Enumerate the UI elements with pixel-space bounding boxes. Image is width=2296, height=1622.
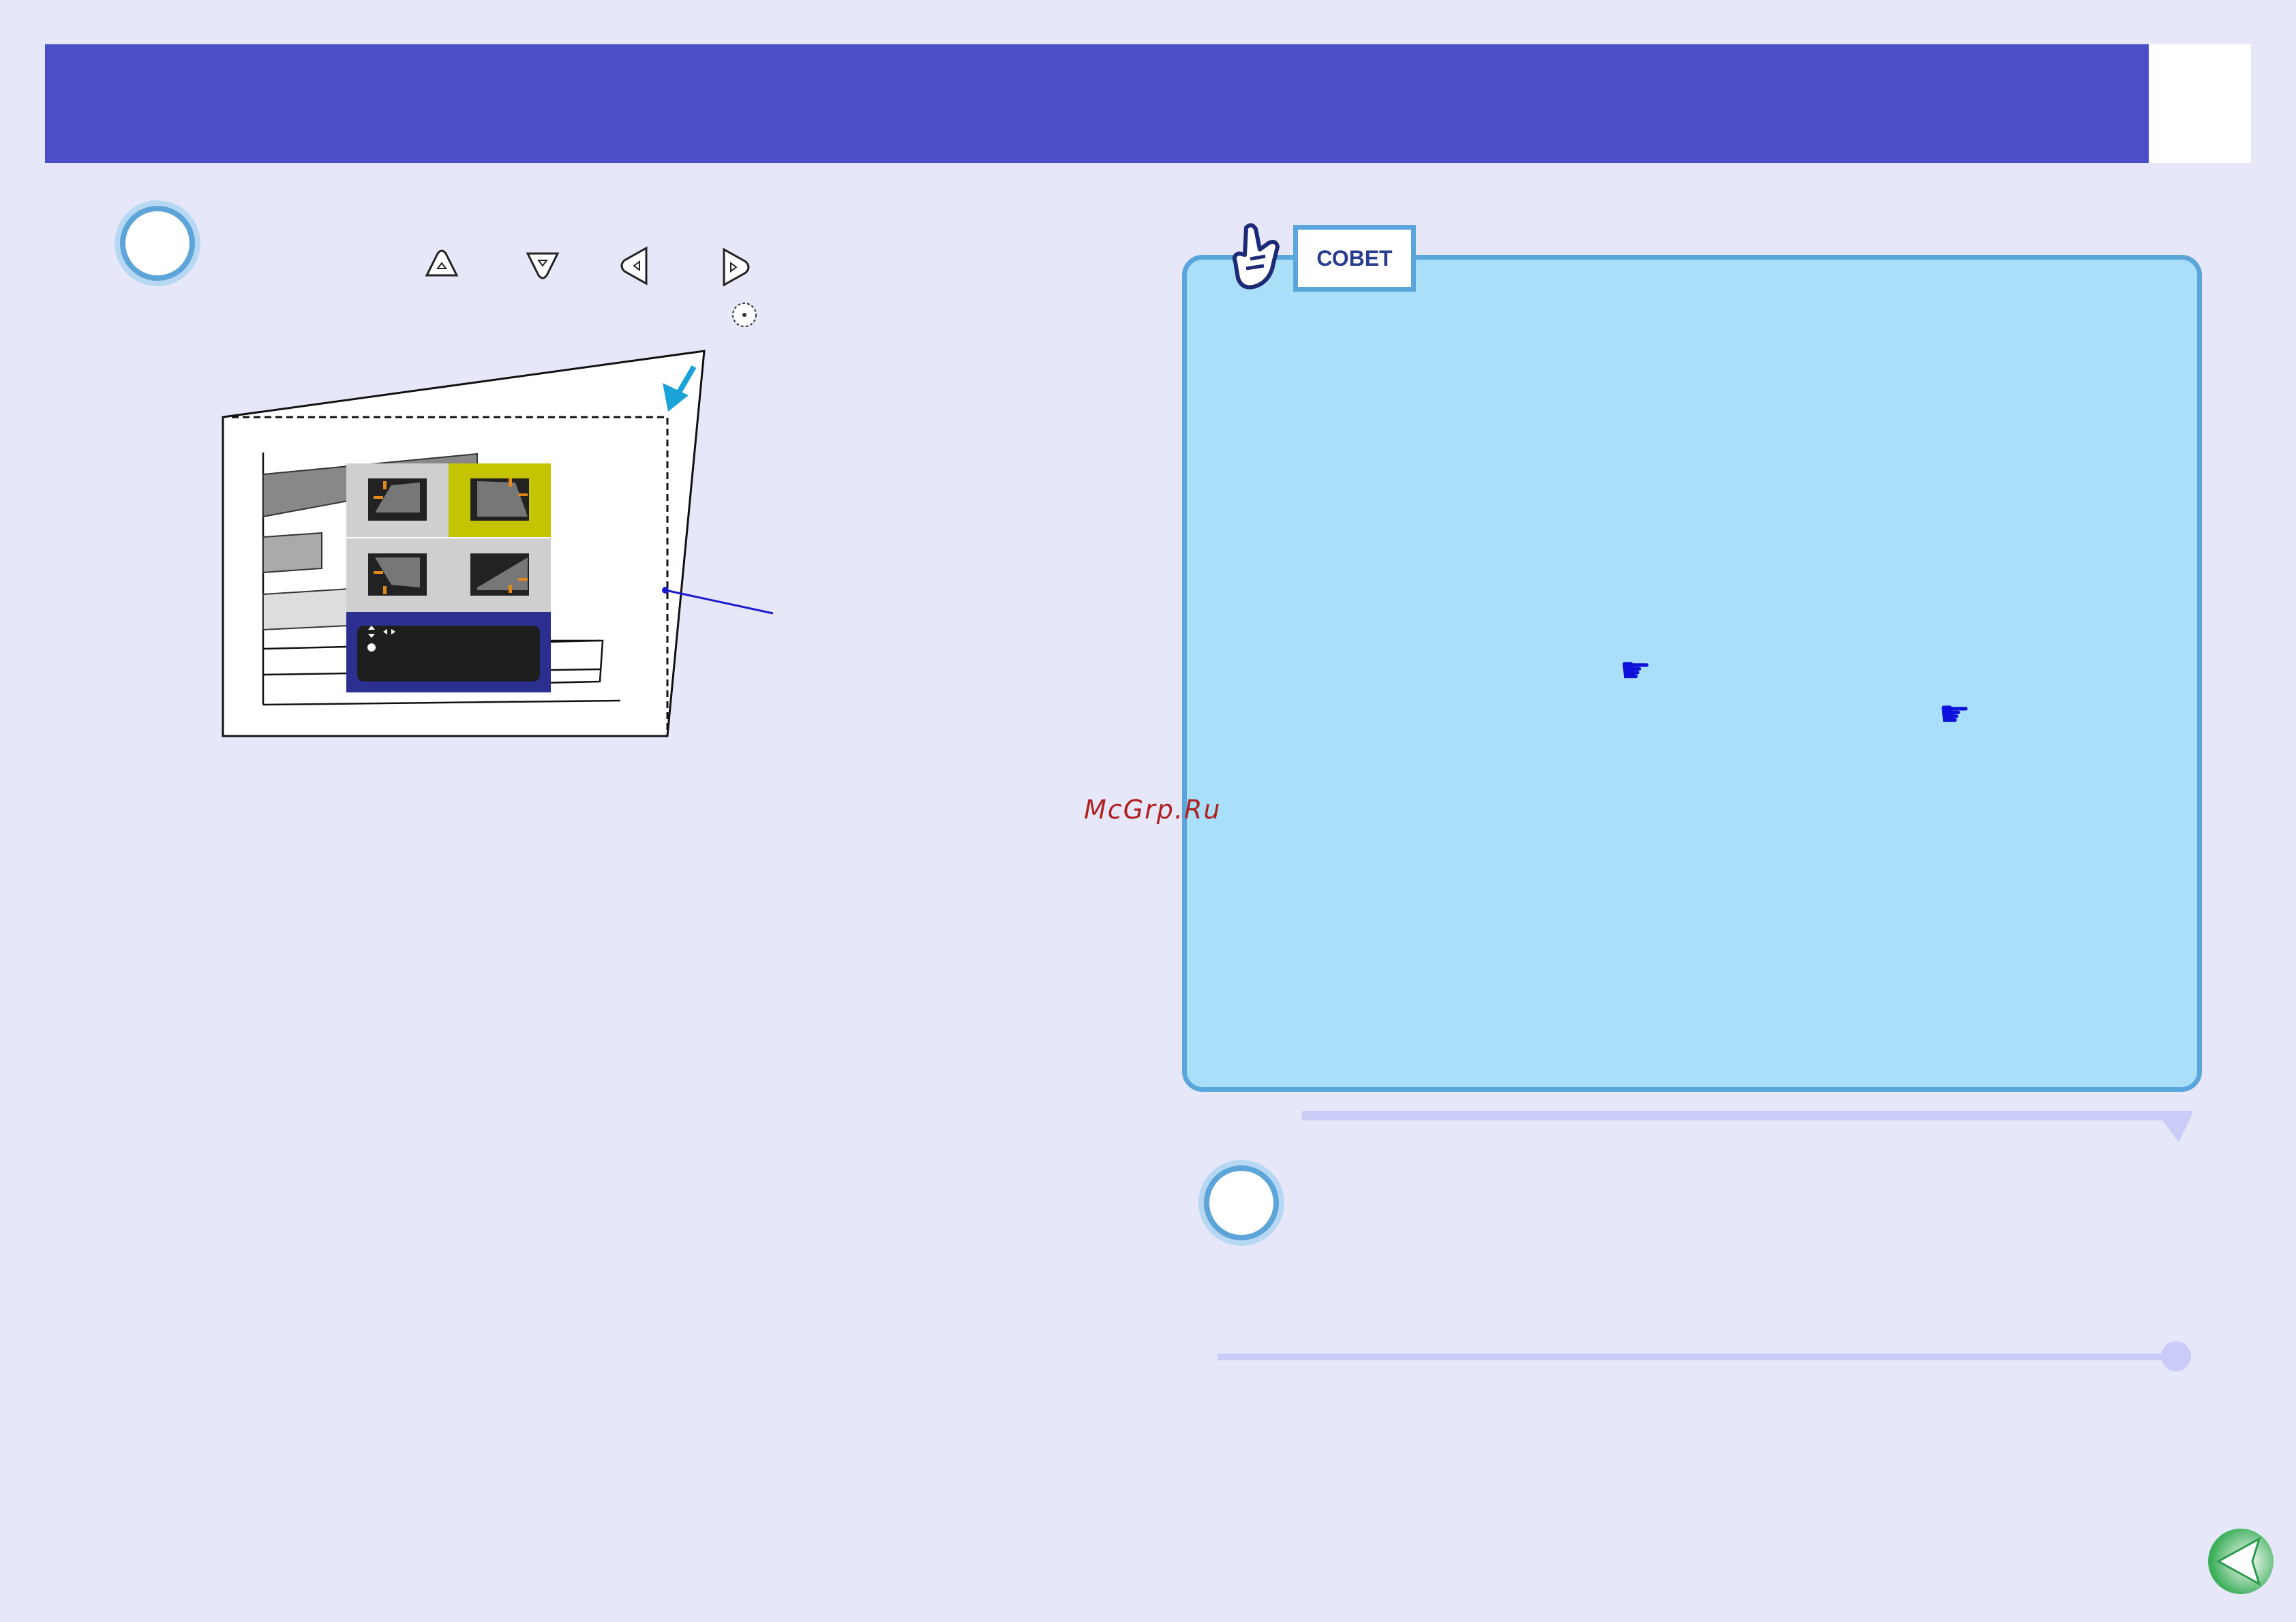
left-arrow-button-icon	[620, 246, 648, 286]
tip-shadow-bar	[1302, 1111, 2190, 1120]
down-arrow-button-icon	[526, 252, 560, 279]
pointing-hand-icon	[1232, 223, 1280, 290]
back-arrow-icon[interactable]	[2203, 1524, 2278, 1599]
keystone-illustration	[222, 350, 774, 737]
callout-line	[665, 589, 774, 615]
step-marker-1	[120, 206, 195, 281]
up-arrow-button-icon	[425, 249, 459, 277]
tip-shadow-corner	[2156, 1111, 2194, 1142]
pointing-finger-icon[interactable]: ☛	[1620, 653, 1652, 688]
header-bar	[45, 44, 2149, 163]
section-divider-end	[2161, 1341, 2191, 1371]
step-marker-2	[1204, 1165, 1279, 1240]
section-divider	[1218, 1353, 2179, 1360]
pointing-finger-icon[interactable]: ☛	[1939, 697, 1971, 732]
header-page-tab	[2149, 44, 2251, 163]
watermark: McGrp.Ru	[1084, 795, 1222, 825]
keystone-help-panel	[357, 626, 540, 682]
right-arrow-button-icon	[723, 247, 750, 287]
tip-label: СОВЕТ	[1293, 225, 1416, 292]
enter-button-icon	[732, 303, 757, 327]
tip-panel	[1182, 255, 2202, 1092]
